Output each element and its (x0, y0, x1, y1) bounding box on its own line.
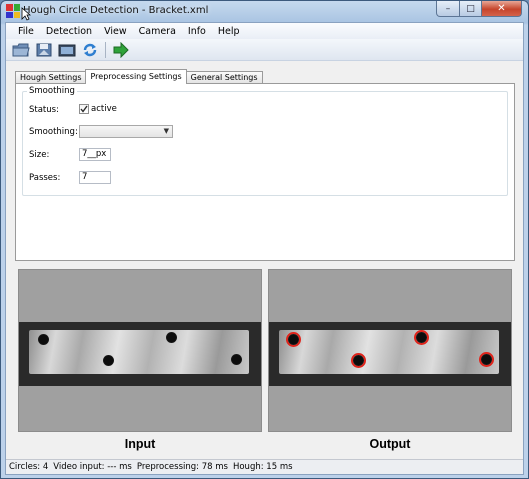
mouse-cursor-icon (21, 7, 31, 21)
passes-input[interactable]: 7 (79, 171, 111, 184)
menu-help[interactable]: Help (212, 26, 246, 37)
maximize-button[interactable]: □ (460, 1, 482, 17)
status-active-label: active (91, 104, 117, 114)
close-button[interactable]: ✕ (482, 1, 522, 17)
menu-view[interactable]: View (98, 26, 133, 37)
detected-circle (481, 354, 492, 365)
settings-tabs: Hough Settings Preprocessing Settings Ge… (15, 69, 263, 84)
smoothing-label: Smoothing: (29, 127, 78, 137)
client-area: File Detection View Camera Info Help Hou… (5, 22, 524, 475)
toolbar (6, 39, 523, 61)
detected-circle (288, 334, 299, 345)
passes-label: Passes: (29, 173, 61, 183)
chevron-down-icon: ▼ (163, 127, 169, 135)
status-label: Status: (29, 105, 59, 115)
size-input[interactable]: 7__px (79, 148, 111, 161)
camera-button[interactable] (57, 40, 77, 59)
smoothing-group: Smoothing Status: active Smoothing: ▼ Si… (22, 86, 508, 196)
bracket-hole (166, 332, 177, 343)
open-button[interactable] (11, 40, 31, 59)
smoothing-select[interactable]: ▼ (79, 125, 173, 138)
input-image-pane (18, 269, 262, 432)
title-bar[interactable]: Hough Circle Detection - Bracket.xml – □… (1, 1, 528, 22)
status-hough: Hough: 15 ms (232, 462, 293, 472)
status-bar: Circles: 4 Video input: --- ms Preproces… (6, 459, 523, 474)
app-window: Hough Circle Detection - Bracket.xml – □… (0, 0, 529, 479)
bracket-plate (29, 330, 249, 374)
toolbar-separator (105, 41, 106, 58)
camera-icon (58, 44, 76, 56)
bracket-hole (231, 354, 242, 365)
menu-info[interactable]: Info (182, 26, 212, 37)
output-image-pane (268, 269, 512, 432)
window-title: Hough Circle Detection - Bracket.xml (23, 5, 209, 16)
output-caption: Output (369, 437, 411, 451)
menu-detection[interactable]: Detection (40, 26, 98, 37)
refresh-button[interactable] (80, 40, 100, 59)
status-preprocessing: Preprocessing: 78 ms (136, 462, 228, 472)
bracket-hole (38, 334, 49, 345)
menu-file[interactable]: File (12, 26, 40, 37)
minimize-button[interactable]: – (436, 1, 460, 17)
bracket-plate (279, 330, 499, 374)
status-checkbox[interactable] (79, 104, 89, 114)
detected-circle (353, 355, 364, 366)
save-button[interactable] (34, 40, 54, 59)
open-folder-icon (12, 43, 30, 56)
save-icon (36, 43, 52, 56)
preprocessing-tab-panel: Smoothing Status: active Smoothing: ▼ Si… (15, 83, 515, 261)
size-label: Size: (29, 150, 50, 160)
bracket-hole (103, 355, 114, 366)
status-video-input: Video input: --- ms (53, 462, 132, 472)
window-controls: – □ ✕ (436, 1, 522, 17)
checkmark-icon (80, 105, 88, 113)
input-caption: Input (124, 437, 156, 451)
detected-circle (416, 332, 427, 343)
run-button[interactable] (111, 40, 131, 59)
smoothing-group-title: Smoothing (27, 86, 77, 96)
app-icon (6, 4, 20, 18)
run-arrow-icon (113, 41, 129, 58)
refresh-icon (83, 43, 97, 56)
menu-bar: File Detection View Camera Info Help (6, 23, 523, 39)
tab-preprocessing-settings[interactable]: Preprocessing Settings (85, 69, 187, 84)
status-circles: Circles: 4 (9, 462, 49, 472)
menu-camera[interactable]: Camera (133, 26, 182, 37)
